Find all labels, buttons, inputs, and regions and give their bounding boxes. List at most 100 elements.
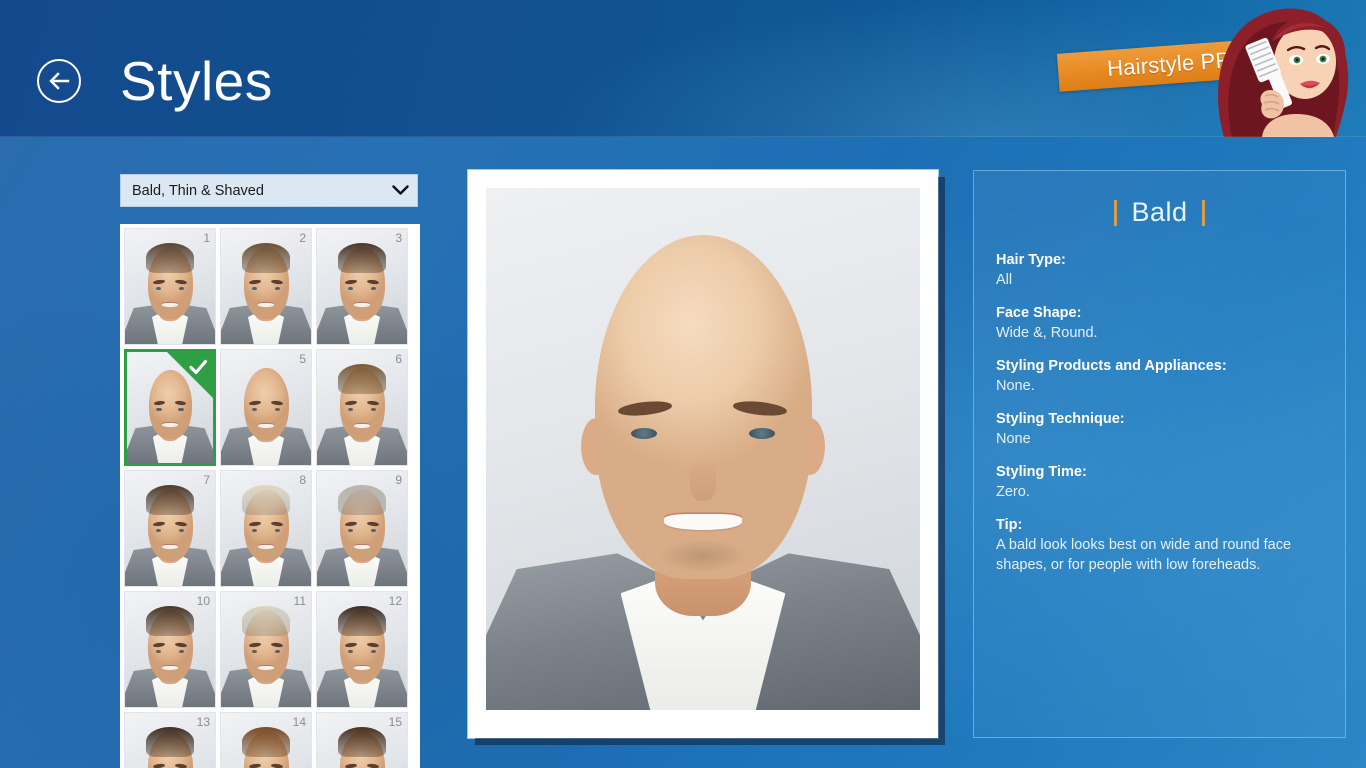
info-row: Hair Type: All [996, 250, 1323, 290]
thumbnail-12[interactable]: 12 [316, 591, 408, 708]
thumb-hair [145, 726, 195, 757]
thumbnail-face [317, 592, 407, 707]
info-label: Styling Products and Appliances: [996, 358, 1227, 374]
info-value: A bald look looks best on wide and round… [996, 537, 1292, 573]
info-row: Styling Products and Appliances: None. [996, 356, 1323, 396]
thumbnail-10[interactable]: 10 [124, 591, 216, 708]
category-dropdown-label: Bald, Thin & Shaved [132, 182, 264, 199]
thumbnail-number: 6 [395, 352, 402, 366]
thumbnail-3[interactable]: 3 [316, 228, 408, 345]
thumb-hair [337, 242, 387, 273]
thumb-hair [337, 363, 387, 394]
thumb-hair [337, 726, 387, 757]
thumbnail-number: 9 [395, 473, 402, 487]
app-logo: Hairstyle PRO [1020, 0, 1366, 137]
thumbnail-11[interactable]: 11 [220, 591, 312, 708]
thumb-mouth [353, 665, 371, 670]
thumbnail-face [317, 229, 407, 344]
thumbnail-number: 5 [299, 352, 306, 366]
title-bar-right-icon [1201, 199, 1205, 226]
thumbnail-face [125, 229, 215, 344]
check-icon [167, 352, 213, 398]
thumb-hair [145, 242, 195, 273]
info-label: Styling Time: [996, 464, 1087, 480]
thumbnail-number: 12 [388, 594, 402, 608]
thumbnail-1[interactable]: 1 [124, 228, 216, 345]
thumb-hair [145, 484, 195, 515]
thumb-hair [241, 484, 291, 515]
thumbnail-number: 7 [203, 473, 210, 487]
preview-photo[interactable] [486, 188, 920, 710]
info-value: None [996, 431, 1031, 447]
thumbnail-2[interactable]: 2 [220, 228, 312, 345]
thumb-hair [337, 484, 387, 515]
thumbnail-14[interactable]: 14 [220, 712, 312, 768]
preview-photo-panel [468, 170, 938, 738]
thumbnail-15[interactable]: 15 [316, 712, 408, 768]
thumb-hair [241, 726, 291, 757]
thumbnail-face [317, 471, 407, 586]
preview-jaw-shadow [642, 532, 764, 580]
thumbnail-face [317, 350, 407, 465]
thumbnail-number: 1 [203, 231, 210, 245]
thumb-hair [241, 605, 291, 636]
thumbnail-13[interactable]: 13 [124, 712, 216, 768]
thumbnail-face [125, 592, 215, 707]
thumb-mouth [161, 544, 179, 549]
thumbnail-face [221, 229, 311, 344]
thumb-mouth [353, 302, 371, 307]
thumbnail-number: 11 [293, 594, 306, 608]
thumb-eye-left [156, 407, 162, 412]
info-row: Styling Time: Zero. [996, 462, 1323, 502]
style-info-rows: Hair Type: All Face Shape: Wide &, Round. St… [996, 250, 1323, 575]
thumbnail-face [221, 471, 311, 586]
thumb-hair [337, 605, 387, 636]
hairstyle-thumbnail-grid[interactable]: 123456789101112131415 [120, 224, 420, 768]
thumbnail-face [221, 592, 311, 707]
thumbnail-face [125, 471, 215, 586]
thumbnail-number: 3 [395, 231, 402, 245]
thumbnail-8[interactable]: 8 [220, 470, 312, 587]
preview-face-illustration [486, 188, 920, 710]
info-label: Face Shape: [996, 305, 1082, 321]
thumb-mouth [353, 423, 371, 428]
back-button[interactable] [37, 59, 81, 103]
thumb-eye-right [178, 407, 184, 412]
preview-nose [689, 459, 716, 502]
thumb-mouth [162, 423, 178, 428]
thumbnail-7[interactable]: 7 [124, 470, 216, 587]
thumbnail-6[interactable]: 6 [316, 349, 408, 466]
thumbnail-number: 10 [196, 594, 210, 608]
info-row: Tip: A bald look looks best on wide and r… [996, 515, 1323, 575]
thumb-mouth [353, 544, 371, 549]
chevron-down-icon [383, 185, 417, 196]
thumb-mouth [257, 423, 275, 428]
thumbnail-face [221, 350, 311, 465]
thumbnail-number: 8 [299, 473, 306, 487]
style-info-title: Bald [1131, 197, 1188, 227]
thumb-hair [241, 242, 291, 273]
back-arrow-icon [47, 69, 71, 93]
thumbnail-number: 2 [299, 231, 306, 245]
logo-girl-illustration [1218, 8, 1349, 137]
info-label: Tip: [996, 517, 1023, 533]
thumbnail-number: 14 [292, 715, 306, 729]
thumbnail-4[interactable]: 4 [124, 349, 216, 466]
preview-mouth [663, 514, 743, 530]
page-title: Styles [120, 50, 273, 112]
thumb-hair [145, 605, 195, 636]
info-value: Zero. [996, 484, 1030, 500]
app-header: Styles Hairstyle PRO [0, 0, 1366, 137]
title-bar-left-icon [1114, 199, 1118, 226]
thumbnail-5[interactable]: 5 [220, 349, 312, 466]
info-row: Styling Technique: None [996, 409, 1323, 449]
thumb-mouth [257, 544, 275, 549]
thumb-mouth [257, 665, 275, 670]
preview-eye-right [748, 428, 775, 440]
style-info-title-wrap: Bald [996, 197, 1323, 228]
thumbnail-9[interactable]: 9 [316, 470, 408, 587]
thumb-mouth [161, 302, 179, 307]
category-dropdown[interactable]: Bald, Thin & Shaved [120, 174, 418, 207]
info-row: Face Shape: Wide &, Round. [996, 303, 1323, 343]
info-label: Hair Type: [996, 252, 1066, 268]
